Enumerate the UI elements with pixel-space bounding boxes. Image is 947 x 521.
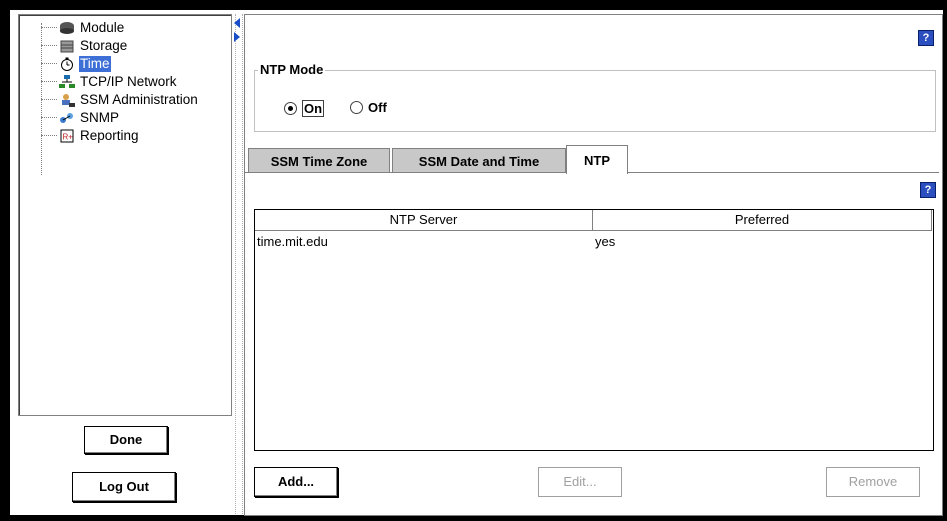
tree-item-label: SSM Administration <box>80 92 198 107</box>
logout-button[interactable]: Log Out <box>72 472 176 502</box>
tree-item-module[interactable]: Module <box>27 19 125 37</box>
add-button[interactable]: Add... <box>254 467 338 497</box>
report-icon: R+ <box>59 129 75 143</box>
table-cell-server[interactable]: time.mit.edu <box>257 234 328 249</box>
admin-icon <box>59 93 75 107</box>
help-icon[interactable]: ? <box>918 30 934 46</box>
tree-item-label: Time <box>79 56 111 72</box>
module-icon <box>59 21 75 35</box>
help-icon[interactable]: ? <box>920 182 936 198</box>
window-frame-top <box>0 0 947 10</box>
radio-label: On <box>302 100 325 117</box>
snmp-icon <box>59 111 75 125</box>
radio-label: Off <box>368 100 387 115</box>
network-icon <box>59 75 75 89</box>
expand-right-icon[interactable] <box>234 32 240 42</box>
panel-splitter[interactable] <box>235 14 243 514</box>
tree-item-label: Storage <box>80 38 128 53</box>
tab-ssm-date-and-time[interactable]: SSM Date and Time <box>392 148 566 173</box>
table-cell-preferred[interactable]: yes <box>595 234 615 249</box>
svg-text:R+: R+ <box>63 133 74 142</box>
column-header-ntp-server[interactable]: NTP Server <box>255 210 593 231</box>
done-button[interactable]: Done <box>84 426 168 454</box>
radio-selected-icon <box>284 102 297 115</box>
tab-ssm-time-zone[interactable]: SSM Time Zone <box>248 148 390 173</box>
tree-item-tcpip-network[interactable]: TCP/IP Network <box>27 73 178 91</box>
collapse-left-icon[interactable] <box>234 18 240 28</box>
navigation-tree: Module Storage Time TCP/IP Network SSM A… <box>18 14 232 416</box>
tab-ntp[interactable]: NTP <box>566 145 628 174</box>
tree-item-label: Reporting <box>80 128 139 143</box>
ntp-mode-legend: NTP Mode <box>258 62 326 77</box>
remove-button[interactable]: Remove <box>826 467 920 497</box>
tree-item-snmp[interactable]: SNMP <box>27 109 120 127</box>
tree-item-label: Module <box>80 20 125 35</box>
column-header-preferred[interactable]: Preferred <box>593 210 932 231</box>
window-frame-right <box>943 0 947 521</box>
clock-icon <box>59 57 75 71</box>
tree-item-storage[interactable]: Storage <box>27 37 128 55</box>
storage-icon <box>59 39 75 53</box>
tree-item-label: TCP/IP Network <box>80 74 177 89</box>
tree-item-label: SNMP <box>80 110 120 125</box>
ntp-mode-off-radio[interactable]: Off <box>350 100 387 115</box>
ntp-server-table: NTP Server Preferred time.mit.edu yes <box>254 209 934 451</box>
ntp-mode-on-radio[interactable]: On <box>284 100 325 117</box>
window-frame-left <box>0 0 10 521</box>
tree-item-ssm-administration[interactable]: SSM Administration <box>27 91 199 109</box>
radio-unselected-icon <box>350 101 363 114</box>
tree-item-reporting[interactable]: R+ Reporting <box>27 127 140 145</box>
edit-button[interactable]: Edit... <box>538 467 622 497</box>
tree-item-time[interactable]: Time <box>27 55 111 73</box>
